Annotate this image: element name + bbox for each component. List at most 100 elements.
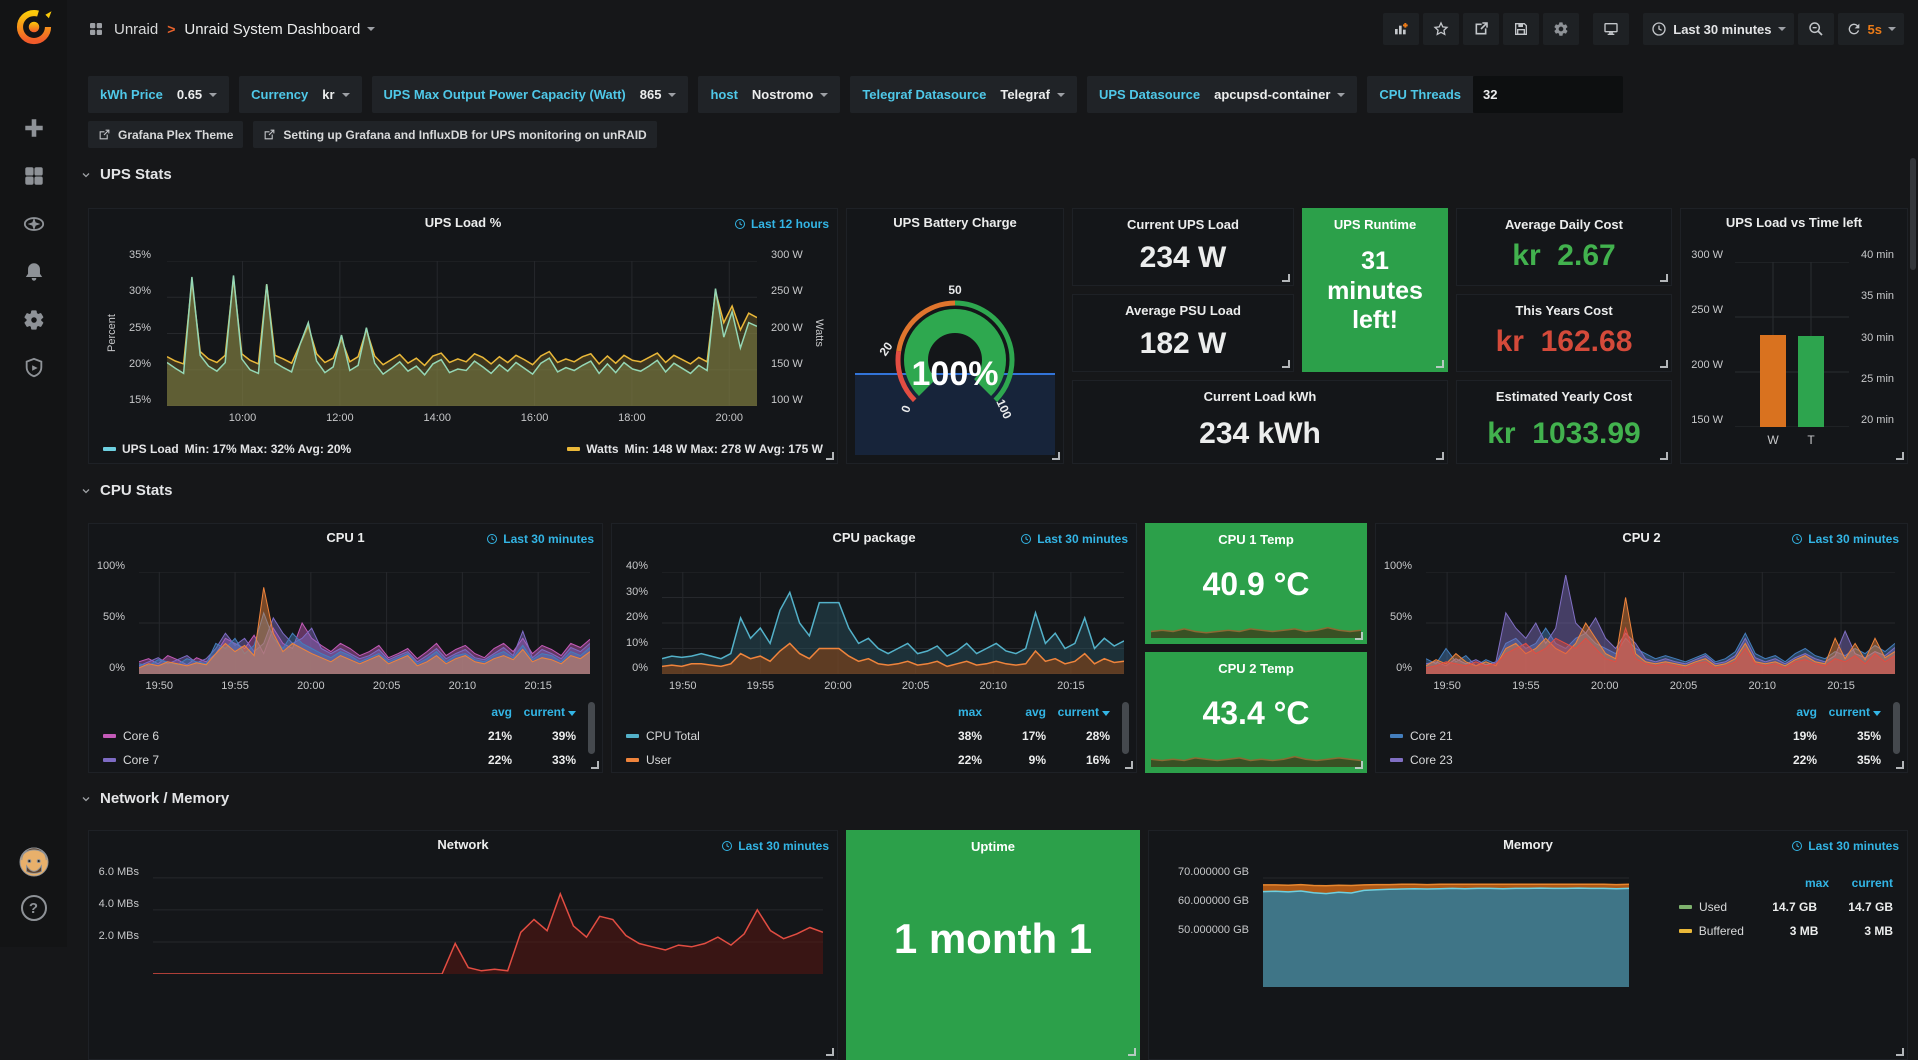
stat-value: kr 162.68	[1457, 325, 1671, 359]
legend-scrollbar[interactable]	[1122, 702, 1129, 754]
cpu-threads-input[interactable]: 32	[1473, 76, 1623, 113]
legend-col-max[interactable]: max	[918, 705, 982, 719]
network-chart[interactable]	[153, 865, 823, 974]
time-override-badge[interactable]: Last 30 minutes	[1791, 839, 1899, 853]
ups-bars-chart[interactable]: WT	[1735, 262, 1849, 427]
legend-table: maxavgcurrent CPU Total 38%17%28% User 2…	[626, 700, 1110, 772]
legend-item-ups-load[interactable]: UPS Load Min: 17% Max: 32% Avg: 20%	[103, 442, 351, 456]
share-button[interactable]	[1463, 13, 1499, 45]
stat-title[interactable]: Estimated Yearly Cost	[1457, 389, 1671, 404]
stat-title[interactable]: UPS Runtime	[1303, 217, 1447, 232]
legend-col-avg[interactable]: avg	[982, 705, 1046, 719]
save-button[interactable]	[1503, 13, 1539, 45]
legend-col-current[interactable]: current	[512, 705, 576, 719]
stat-title[interactable]: Uptime	[847, 839, 1139, 854]
legend-scrollbar[interactable]	[588, 702, 595, 754]
variable-ups-max-output[interactable]: UPS Max Output Power Capacity (Watt) 865	[372, 76, 689, 113]
panel-uptime: Uptime 1 month 1	[846, 830, 1140, 1060]
template-variables-row: kWh Price 0.65 Currency kr UPS Max Outpu…	[88, 76, 1623, 113]
refresh-picker[interactable]: 5s	[1838, 13, 1904, 45]
variable-cpu-threads: CPU Threads 32	[1367, 76, 1623, 113]
page-scrollbar[interactable]	[1910, 158, 1916, 270]
variable-ups-datasource[interactable]: UPS Datasource apcupsd-container	[1087, 76, 1357, 113]
legend-col-avg[interactable]: avg	[448, 705, 512, 719]
panel-ups-load: UPS Load % Last 12 hours Percent Watts 3…	[88, 208, 838, 464]
apps-grid-icon[interactable]	[87, 20, 105, 38]
bar-T[interactable]	[1798, 336, 1824, 427]
time-override-badge[interactable]: Last 30 minutes	[1020, 532, 1128, 546]
time-override-badge[interactable]: Last 30 minutes	[721, 839, 829, 853]
time-override-badge[interactable]: Last 30 minutes	[1791, 532, 1899, 546]
variable-host[interactable]: host Nostromo	[698, 76, 840, 113]
legend-col-current[interactable]: current	[1829, 876, 1893, 890]
sidebar-alerting-button[interactable]	[0, 248, 67, 296]
stat-title[interactable]: Average Daily Cost	[1457, 217, 1671, 232]
panel-title[interactable]: UPS Load %	[89, 215, 837, 230]
legend-col-max[interactable]: max	[1765, 876, 1829, 890]
stat-title[interactable]: Current UPS Load	[1073, 217, 1293, 232]
grafana-logo-icon[interactable]	[13, 6, 55, 48]
sidebar-user-avatar[interactable]	[0, 838, 67, 886]
monitor-icon	[1603, 21, 1619, 37]
panel-average-psu-load: Average PSU Load 182 W	[1072, 294, 1294, 372]
dashboard-settings-button[interactable]	[1543, 13, 1579, 45]
y-axis-ticks: 40%30%20%10%0%	[612, 566, 656, 668]
ups-load-chart[interactable]	[167, 261, 757, 406]
cpu2-chart[interactable]	[1426, 572, 1895, 674]
cpu-package-chart[interactable]	[662, 572, 1124, 674]
battery-gauge[interactable]: 02050100	[847, 209, 1063, 463]
cycle-view-button[interactable]	[1593, 13, 1629, 45]
legend-swatch	[626, 758, 639, 762]
sidebar-explore-button[interactable]	[0, 200, 67, 248]
stat-title[interactable]: CPU 2 Temp	[1146, 661, 1366, 676]
legend-item-watts[interactable]: Watts Min: 148 W Max: 278 W Avg: 175 W	[567, 442, 823, 456]
time-range-picker[interactable]: Last 30 minutes	[1643, 13, 1793, 45]
shield-icon	[23, 357, 45, 379]
external-link-icon	[98, 128, 111, 141]
panel-cpu2-temp: CPU 2 Temp 43.4 °C	[1145, 652, 1367, 773]
legend-row: Core 21 19%35%	[1390, 724, 1881, 748]
legend-stats: Min: 148 W Max: 278 W Avg: 175 W	[625, 442, 824, 456]
panel-cpu-2: CPU 2 Last 30 minutes 100%50%0% 19:5019:…	[1375, 523, 1908, 773]
sidebar-create-button[interactable]	[0, 104, 67, 152]
bar-W[interactable]	[1760, 335, 1786, 427]
time-override-badge[interactable]: Last 12 hours	[734, 217, 829, 231]
legend-row: Used 14.7 GB14.7 GB	[1679, 895, 1893, 919]
cpu1-chart[interactable]	[139, 572, 590, 674]
time-override-badge[interactable]: Last 30 minutes	[486, 532, 594, 546]
stat-value: 43.4 °C	[1146, 695, 1366, 732]
stat-title[interactable]: CPU 1 Temp	[1146, 532, 1366, 547]
section-cpu-stats[interactable]: CPU Stats	[80, 482, 173, 499]
sidebar-dashboards-button[interactable]	[0, 152, 67, 200]
legend-col-avg[interactable]: avg	[1753, 705, 1817, 719]
stat-value: 234 W	[1073, 241, 1293, 275]
variable-telegraf-datasource[interactable]: Telegraf Datasource Telegraf	[850, 76, 1077, 113]
sidebar-configuration-button[interactable]	[0, 296, 67, 344]
variable-currency[interactable]: Currency kr	[239, 76, 361, 113]
stat-title[interactable]: Average PSU Load	[1073, 303, 1293, 318]
clock-icon	[1791, 840, 1803, 852]
dashboard-title-dropdown[interactable]: Unraid System Dashboard	[184, 21, 375, 38]
legend-col-current[interactable]: current	[1817, 705, 1881, 719]
gear-icon	[1553, 21, 1569, 37]
legend-col-current[interactable]: current	[1046, 705, 1110, 719]
breadcrumb-app[interactable]: Unraid	[114, 21, 158, 38]
section-ups-stats[interactable]: UPS Stats	[80, 166, 172, 183]
link-grafana-influxdb-ups-guide[interactable]: Setting up Grafana and InfluxDB for UPS …	[253, 121, 656, 148]
stat-title[interactable]: Current Load kWh	[1073, 389, 1447, 404]
sidebar-server-admin-button[interactable]	[0, 344, 67, 392]
memory-chart[interactable]	[1263, 867, 1629, 987]
legend-scrollbar[interactable]	[1893, 702, 1900, 754]
link-grafana-plex-theme[interactable]: Grafana Plex Theme	[88, 121, 243, 148]
variable-kwh-price[interactable]: kWh Price 0.65	[88, 76, 229, 113]
zoom-out-button[interactable]	[1798, 13, 1834, 45]
star-button[interactable]	[1423, 13, 1459, 45]
add-panel-button[interactable]	[1383, 13, 1419, 45]
sidebar-help-button[interactable]: ?	[0, 884, 67, 932]
panel-title[interactable]: UPS Load vs Time left	[1681, 215, 1907, 230]
stat-title[interactable]: This Years Cost	[1457, 303, 1671, 318]
section-network-memory[interactable]: Network / Memory	[80, 790, 229, 807]
y-axis-ticks: 100%50%0%	[89, 566, 133, 668]
panel-title[interactable]: UPS Battery Charge	[847, 215, 1063, 230]
temp-sparkline	[1151, 741, 1361, 767]
